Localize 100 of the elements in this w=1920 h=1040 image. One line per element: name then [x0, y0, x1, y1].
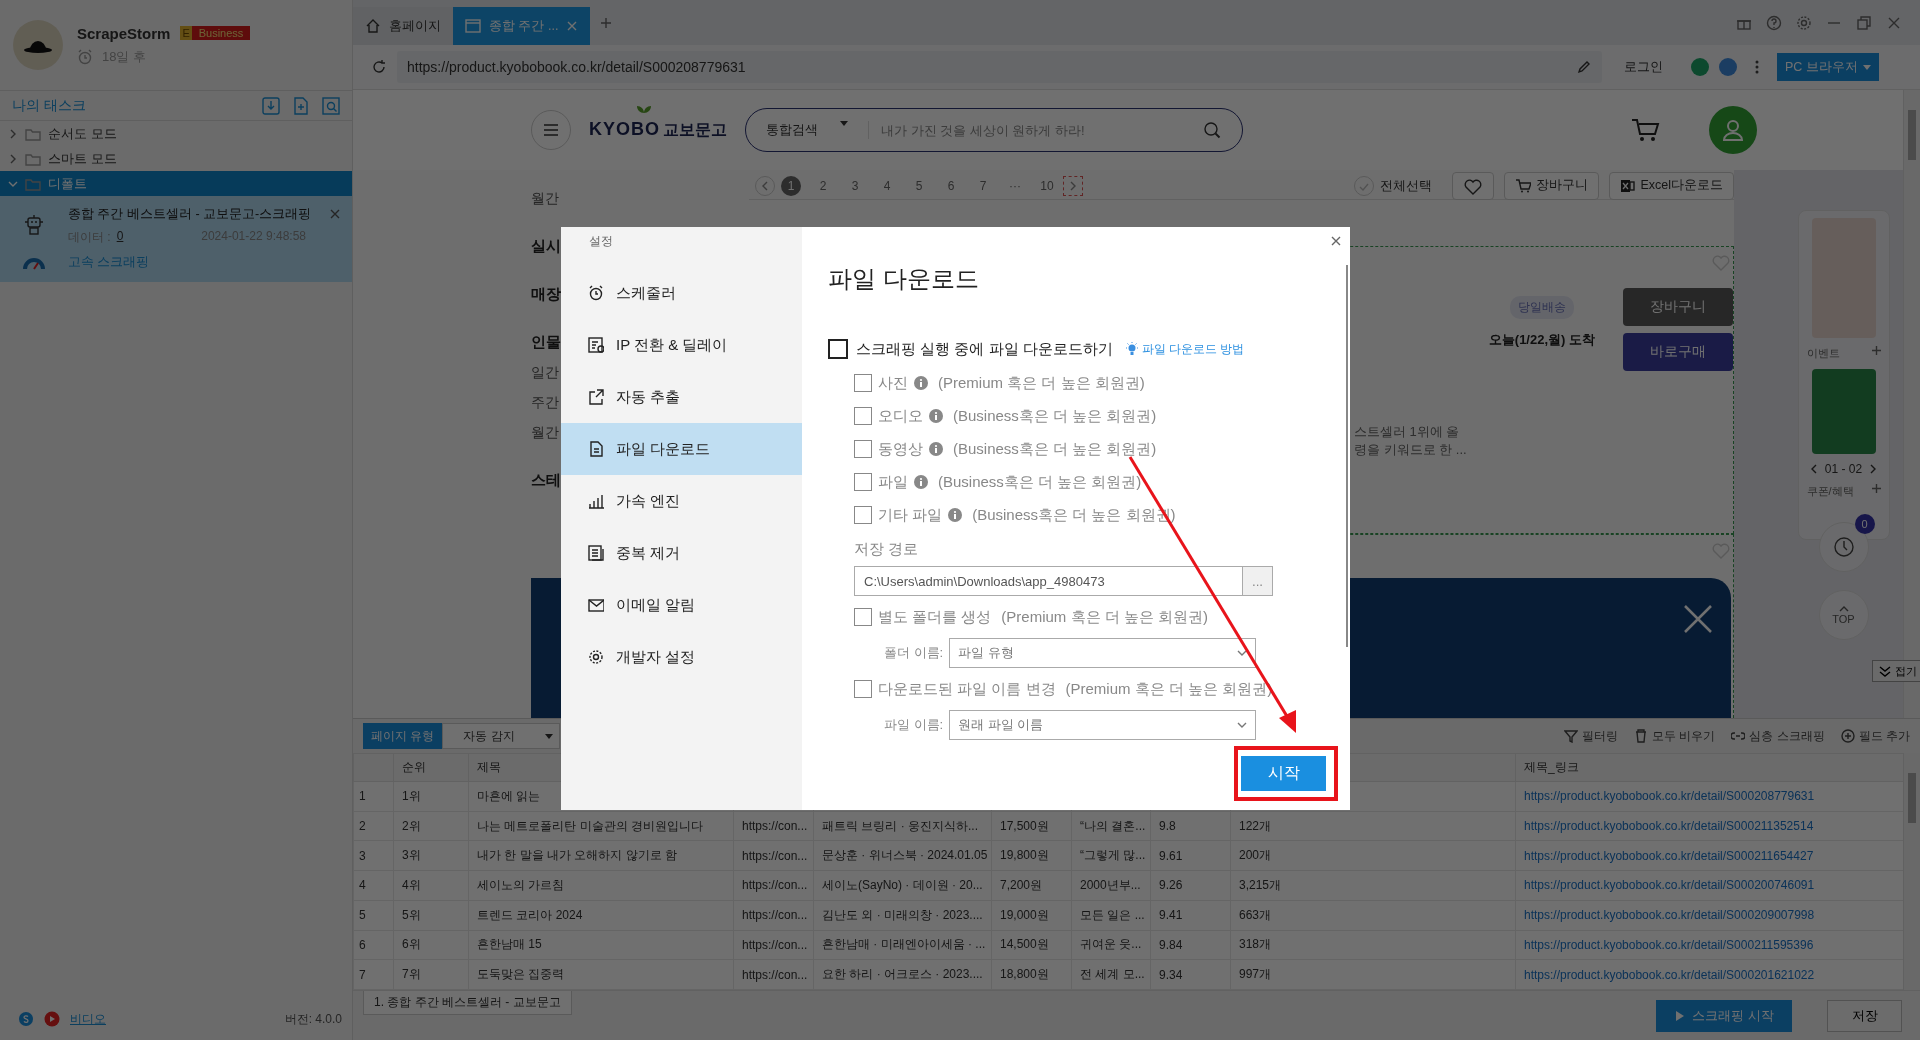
path-field[interactable]: C:\Users\admin\Downloads\app_4980473 ...	[854, 566, 1273, 596]
chevron-icon[interactable]	[8, 127, 18, 140]
caret-icon	[545, 733, 554, 739]
folder-item[interactable]: 디폴트	[0, 171, 352, 196]
page-number[interactable]: 3	[839, 178, 871, 193]
folder-item[interactable]: 순서도 모드	[0, 121, 352, 146]
account-button[interactable]	[1709, 106, 1757, 154]
toolbar-action[interactable]: 심층 스크래핑	[1731, 727, 1825, 745]
page-number[interactable]: 6	[935, 178, 967, 193]
table-cell: 1위	[393, 781, 469, 812]
category-dropdown[interactable]: 통합검색	[766, 121, 869, 139]
url-field[interactable]: https://product.kyobobook.co.kr/detail/S000208779631	[397, 51, 1602, 83]
save-button[interactable]: 저장	[1827, 999, 1902, 1032]
column-header[interactable]: 제목_링크	[1515, 753, 1904, 782]
restore-icon[interactable]	[1856, 14, 1872, 31]
table-cell: 2000년부...	[1071, 870, 1151, 901]
new-task-icon[interactable]	[292, 96, 310, 115]
search-task-icon[interactable]	[322, 96, 340, 115]
toolbar-action[interactable]: 필드 추가	[1840, 727, 1910, 745]
row-number: 7	[353, 959, 394, 990]
column-header[interactable]: 순위	[393, 753, 469, 782]
import-icon[interactable]	[262, 96, 280, 115]
table-cell: https://con...	[733, 811, 814, 841]
robot-icon	[23, 214, 45, 236]
page-number[interactable]: 2	[807, 178, 839, 193]
page-number[interactable]: 7	[967, 178, 999, 193]
arrival-text: 오늘(1/22,월) 도착	[1488, 331, 1595, 349]
close-icon[interactable]	[329, 208, 341, 220]
checkbox[interactable]	[828, 339, 848, 359]
settings-nav-item[interactable]: 이메일 알림	[561, 579, 802, 631]
video-play-icon[interactable]	[44, 1011, 60, 1027]
option-label: 별도 폴더를 생성	[878, 607, 992, 627]
pen-icon[interactable]	[1576, 59, 1592, 75]
cart-icon	[1515, 178, 1532, 193]
excel-download-button[interactable]: Excel다운로드	[1609, 171, 1734, 200]
login-link[interactable]: 로그인	[1624, 58, 1663, 76]
settings-nav-item[interactable]: 자동 추출	[561, 371, 802, 423]
start-scraping-button[interactable]: 스크래핑 시작	[1656, 999, 1792, 1032]
collapse-button[interactable]: 접기	[1872, 660, 1920, 682]
skype-icon[interactable]	[18, 1011, 34, 1027]
page-number[interactable]: 4	[871, 178, 903, 193]
chevron-right-icon	[1068, 179, 1078, 192]
select-all-checkbox[interactable]: 전체선택	[1354, 175, 1433, 196]
cart-button[interactable]: 장바구니	[1623, 288, 1733, 326]
settings-nav-item[interactable]: 가속 엔진	[561, 475, 802, 527]
page-number[interactable]: 1	[781, 175, 801, 196]
browser-mode-button[interactable]: PC 브라우저	[1777, 53, 1879, 81]
search-icon[interactable]	[1202, 120, 1222, 140]
menu-link[interactable]: 주간	[531, 388, 559, 418]
file-name-dropdown[interactable]: 원래 파일 이름	[949, 710, 1257, 740]
info-icon	[914, 376, 928, 390]
events-link[interactable]: 이벤트	[1806, 346, 1840, 361]
page-type-button[interactable]: 페이지 유형	[363, 723, 443, 749]
page-number[interactable]: ···	[999, 178, 1031, 193]
settings-nav-item[interactable]: IP 전환 & 딜레이	[561, 319, 802, 371]
extension-icon[interactable]	[1691, 58, 1709, 76]
buy-now-button[interactable]: 바로구매	[1623, 333, 1733, 371]
cart-button[interactable]: 장바구니	[1504, 171, 1600, 200]
table-cell: 7,200원	[991, 870, 1072, 901]
more-icon[interactable]	[1755, 59, 1759, 75]
field-label: 폴더 이름:	[884, 644, 944, 662]
help-link[interactable]: 파일 다운로드 방법	[1124, 340, 1245, 358]
toolbar-action[interactable]: 필터링	[1563, 727, 1618, 745]
folder-name-dropdown[interactable]: 파일 유형	[949, 638, 1257, 668]
close-icon[interactable]	[1330, 235, 1342, 247]
toolbar-action[interactable]: 모두 비우기	[1633, 727, 1716, 745]
new-tab-icon[interactable]	[600, 16, 613, 29]
page-number[interactable]: 10	[1031, 178, 1063, 193]
plus-icon[interactable]	[1871, 484, 1881, 493]
video-link[interactable]: 비디오	[70, 1010, 106, 1028]
browse-button[interactable]: ...	[1242, 567, 1272, 595]
help-icon[interactable]	[1766, 14, 1782, 31]
page-type-dropdown[interactable]: 자동 감지	[442, 723, 561, 749]
settings-nav-item[interactable]: 중복 제거	[561, 527, 802, 579]
folder-item[interactable]: 스마트 모드	[0, 146, 352, 171]
chevron-icon[interactable]	[8, 152, 18, 165]
next-page-button[interactable]	[1063, 175, 1083, 196]
menu-link[interactable]: 월간	[531, 418, 559, 448]
cart-icon[interactable]	[1631, 117, 1661, 143]
top-button[interactable]: TOP	[1818, 590, 1869, 640]
task-tab[interactable]: 1. 종합 주간 베스트셀러 - 교보문고	[363, 991, 572, 1015]
menu-link[interactable]: 일간	[531, 358, 559, 388]
start-button[interactable]: 시작	[1241, 756, 1326, 791]
plus-icon[interactable]	[1871, 346, 1881, 355]
table-cell: https://con...	[733, 900, 814, 930]
page-number[interactable]: 5	[903, 178, 935, 193]
extension-icon[interactable]	[1719, 58, 1737, 76]
logo-text[interactable]: KYOBO	[589, 119, 660, 140]
settings-nav-item[interactable]: 스케줄러	[561, 267, 802, 319]
browser-tab[interactable]: 종합 주간 ...	[453, 7, 591, 45]
refresh-icon[interactable]	[371, 59, 387, 75]
coupons-link[interactable]: 쿠폰/혜택	[1806, 484, 1854, 499]
settings-nav-item[interactable]: 개발자 설정	[561, 631, 802, 683]
wishlist-button[interactable]	[1452, 171, 1495, 200]
data-count[interactable]: 0	[116, 228, 124, 246]
settings-nav-item[interactable]: 파일 다운로드	[561, 423, 802, 475]
menu-link[interactable]: 월간	[531, 184, 559, 214]
logo-text[interactable]: 교보문고	[663, 120, 727, 141]
table-cell: 9.8	[1150, 811, 1231, 841]
settings-icon[interactable]	[1796, 14, 1812, 31]
